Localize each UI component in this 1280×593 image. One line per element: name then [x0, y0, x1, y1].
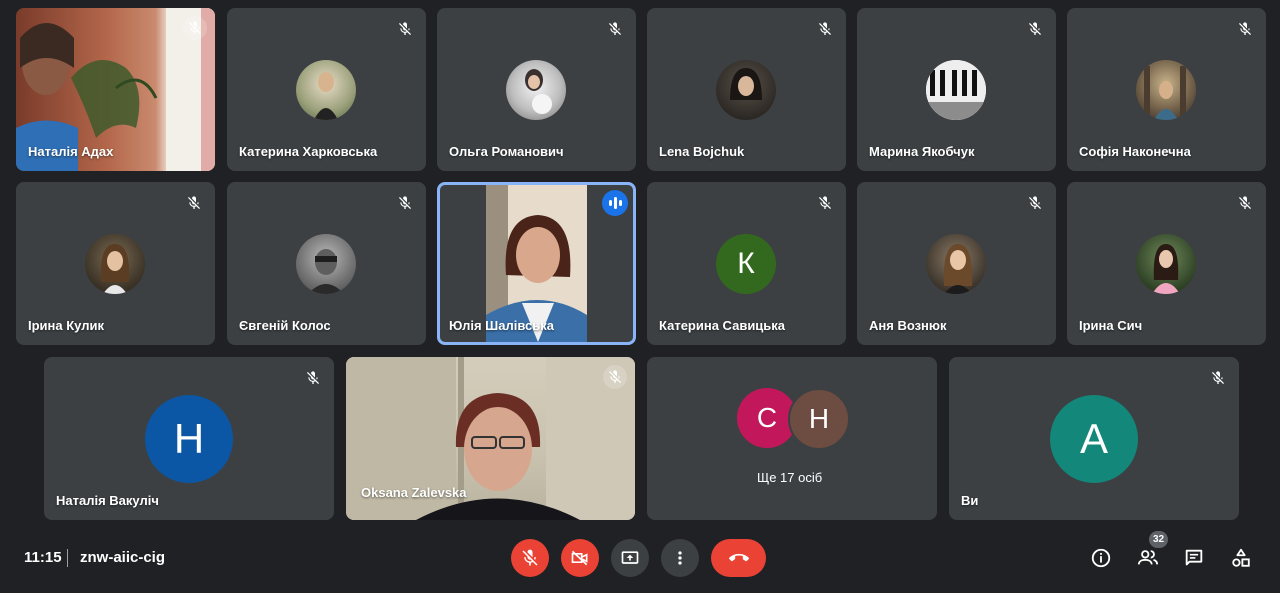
mic-off-icon	[1239, 22, 1251, 35]
participant-tile-yulia-shalivska[interactable]: Юлія Шалівська	[437, 182, 636, 345]
mic-off-icon	[189, 21, 201, 34]
participant-name: Аня Вознюк	[869, 318, 947, 333]
participant-name: Ірина Кулик	[28, 318, 104, 333]
participant-name: Марина Якобчук	[869, 144, 975, 159]
participant-name: Oksana Zalevska	[361, 485, 467, 500]
mic-off-icon	[819, 196, 831, 209]
mic-off-icon	[609, 22, 621, 35]
mic-off-icon	[609, 370, 621, 383]
participant-tile-iryna-sych[interactable]: Ірина Сич	[1067, 182, 1266, 345]
participant-name: Ірина Сич	[1079, 318, 1143, 333]
mic-muted-indicator	[814, 192, 836, 214]
participant-tile-kateryna-kharkovska[interactable]: Катерина Харковська	[227, 8, 426, 171]
participant-name: Наталія Вакуліч	[56, 493, 159, 508]
more-options-button[interactable]	[661, 539, 699, 577]
mic-muted-indicator	[1234, 192, 1256, 214]
participant-tile-kateryna-savytska[interactable]: К Катерина Савицька	[647, 182, 846, 345]
mic-off-icon	[399, 196, 411, 209]
avatar	[716, 60, 776, 120]
participant-name: Катерина Савицька	[659, 318, 786, 333]
avatar: Н	[145, 395, 233, 483]
leave-call-button[interactable]	[711, 539, 766, 577]
mic-muted-indicator	[394, 18, 416, 40]
mic-muted-indicator	[1024, 18, 1046, 40]
toggle-camera-button[interactable]	[561, 539, 599, 577]
avatar: Н	[788, 388, 850, 450]
participant-tile-ania-vozniuk[interactable]: Аня Вознюк	[857, 182, 1056, 345]
mic-muted-indicator	[1207, 367, 1229, 389]
participant-name: Софія Наконечна	[1079, 144, 1191, 159]
people-icon	[1137, 550, 1159, 565]
avatar	[1136, 234, 1196, 294]
participant-name: Наталія Адах	[28, 144, 114, 159]
more-vert-icon	[678, 551, 682, 565]
avatar	[926, 234, 986, 294]
meeting-details-button[interactable]	[1088, 545, 1114, 571]
show-everyone-button[interactable]	[1135, 545, 1161, 571]
mic-off-icon	[188, 196, 200, 209]
participant-name: Ольга Романович	[449, 144, 564, 159]
participant-tile-iryna-kulyk[interactable]: Ірина Кулик	[16, 182, 215, 345]
participant-tile-olha-romanovych[interactable]: Ольга Романович	[437, 8, 636, 171]
mic-off-icon	[819, 22, 831, 35]
participant-name: Катерина Харковська	[239, 144, 378, 159]
mic-off-icon	[1239, 196, 1251, 209]
avatar	[296, 234, 356, 294]
participant-name: Lena Bojchuk	[659, 144, 745, 159]
participant-count-badge: 32	[1149, 531, 1168, 548]
mic-muted-indicator	[603, 365, 627, 389]
participant-name: Юлія Шалівська	[449, 318, 554, 333]
present-screen-button[interactable]	[611, 539, 649, 577]
mic-muted-indicator	[1234, 18, 1256, 40]
camera-off-icon	[571, 550, 588, 566]
activities-icon	[1232, 548, 1250, 567]
participant-tile-sofia-nakonechna[interactable]: Софія Наконечна	[1067, 8, 1266, 171]
meet-stage: Наталія Адах Катерина Харковська Ольга Р…	[0, 0, 1280, 593]
divider	[67, 549, 68, 567]
participant-tile-maryna-yakobchuk[interactable]: Марина Якобчук	[857, 8, 1056, 171]
mic-muted-indicator	[814, 18, 836, 40]
participant-tile-lena-bojchuk[interactable]: Lena Bojchuk	[647, 8, 846, 171]
self-tile[interactable]: А Ви	[949, 357, 1239, 520]
meeting-code: znw-aiic-cig	[80, 549, 166, 566]
avatar	[85, 234, 145, 294]
mic-muted-indicator	[604, 18, 626, 40]
more-participants-tile[interactable]: С Н Ще 17 осіб	[647, 357, 937, 520]
info-icon	[1091, 548, 1111, 568]
mic-muted-indicator	[302, 367, 324, 389]
present-screen-icon	[621, 551, 639, 564]
mic-off-icon	[399, 22, 411, 35]
participant-tile-natalia-vakulich[interactable]: Н Наталія Вакуліч	[44, 357, 334, 520]
participant-tile-natalia-adakh[interactable]: Наталія Адах	[16, 8, 215, 171]
avatar: К	[716, 234, 776, 294]
mic-muted-indicator	[183, 192, 205, 214]
avatar	[296, 60, 356, 120]
mic-off-icon	[522, 549, 538, 566]
chat-icon	[1185, 549, 1203, 566]
participant-name: Ви	[961, 493, 979, 508]
mic-off-icon	[1212, 371, 1224, 384]
activities-button[interactable]	[1228, 545, 1254, 571]
meeting-time: 11:15	[24, 549, 62, 566]
speaking-indicator-icon	[602, 190, 628, 216]
avatar	[1136, 60, 1196, 120]
mic-off-icon	[1029, 196, 1041, 209]
mic-off-icon	[307, 371, 319, 384]
call-end-icon	[728, 553, 749, 562]
chat-button[interactable]	[1181, 545, 1207, 571]
mic-muted-indicator	[183, 16, 207, 40]
avatar	[506, 60, 566, 120]
participant-tile-oksana-zalevska[interactable]: Oksana Zalevska	[346, 357, 635, 520]
mic-muted-indicator	[1024, 192, 1046, 214]
mic-off-icon	[1029, 22, 1041, 35]
participant-tile-yevhenii-kolos[interactable]: Євгеній Колос	[227, 182, 426, 345]
mic-muted-indicator	[394, 192, 416, 214]
participant-name: Євгеній Колос	[239, 318, 331, 333]
toggle-mic-button[interactable]	[511, 539, 549, 577]
avatar: А	[1050, 395, 1138, 483]
more-participants-label: Ще 17 осіб	[757, 470, 823, 485]
avatar	[926, 60, 986, 120]
